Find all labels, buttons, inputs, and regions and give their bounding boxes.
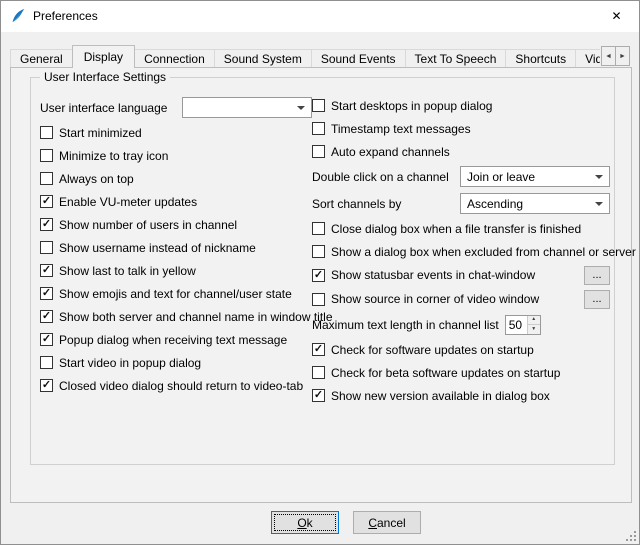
checkbox-show-emojis[interactable]: ✓ Show emojis and text for channel/user … bbox=[40, 282, 312, 305]
checkbox-box bbox=[312, 99, 325, 112]
sort-channels-label: Sort channels by bbox=[312, 197, 401, 211]
tab-sound-events[interactable]: Sound Events bbox=[311, 49, 406, 68]
checkbox-new-version-dialog[interactable]: ✓ Show new version available in dialog b… bbox=[312, 384, 610, 407]
checkbox-box bbox=[312, 122, 325, 135]
preferences-dialog: Preferences ✕ General Display Connection… bbox=[0, 0, 640, 545]
tab-scroll-control: ◄ ► bbox=[601, 46, 630, 66]
tab-scroll-left-icon[interactable]: ◄ bbox=[601, 46, 616, 66]
checkbox-server-channel-title[interactable]: ✓ Show both server and channel name in w… bbox=[40, 305, 312, 328]
resize-grip[interactable] bbox=[624, 529, 637, 542]
checkbox-box bbox=[312, 245, 325, 258]
checkbox-start-minimized[interactable]: Start minimized bbox=[40, 121, 312, 144]
display-tab-page: User Interface Settings User interface l… bbox=[10, 67, 632, 503]
spin-down-icon[interactable]: ▼ bbox=[528, 324, 540, 334]
app-feather-icon bbox=[10, 8, 26, 24]
checkbox-auto-expand-channels[interactable]: Auto expand channels bbox=[312, 140, 610, 163]
checkbox-box[interactable] bbox=[312, 293, 325, 306]
checkbox-start-video-popup[interactable]: Start video in popup dialog bbox=[40, 351, 312, 374]
checkbox-box bbox=[40, 172, 53, 185]
double-click-value: Join or leave bbox=[467, 170, 535, 184]
checkbox-timestamp-messages[interactable]: Timestamp text messages bbox=[312, 117, 610, 140]
max-text-length-spinner[interactable]: 50 ▲ ▼ bbox=[505, 315, 541, 335]
tab-sound-system[interactable]: Sound System bbox=[214, 49, 312, 68]
checkbox-box bbox=[312, 366, 325, 379]
left-column: User interface language Start minimized … bbox=[40, 94, 312, 397]
language-row: User interface language bbox=[40, 94, 312, 121]
checkbox-box bbox=[312, 145, 325, 158]
cancel-button[interactable]: Cancel bbox=[353, 511, 421, 534]
checkbox-always-on-top[interactable]: Always on top bbox=[40, 167, 312, 190]
tab-shortcuts[interactable]: Shortcuts bbox=[505, 49, 576, 68]
tab-display[interactable]: Display bbox=[72, 45, 135, 68]
checkbox-box bbox=[40, 241, 53, 254]
checkbox-minimize-to-tray[interactable]: Minimize to tray icon bbox=[40, 144, 312, 167]
max-text-length-value: 50 bbox=[506, 316, 527, 334]
checkbox-closed-video-return[interactable]: ✓ Closed video dialog should return to v… bbox=[40, 374, 312, 397]
chevron-down-icon bbox=[595, 202, 603, 206]
checkbox-box bbox=[40, 126, 53, 139]
chevron-down-icon bbox=[595, 175, 603, 179]
checkbox-check-updates[interactable]: ✓ Check for software updates on startup bbox=[312, 338, 610, 361]
tab-text-to-speech[interactable]: Text To Speech bbox=[405, 49, 507, 68]
sort-channels-combobox[interactable]: Ascending bbox=[460, 193, 610, 214]
checkbox-show-username[interactable]: Show username instead of nickname bbox=[40, 236, 312, 259]
checkbox-box: ✓ bbox=[40, 379, 53, 392]
video-source-corner-row: Show source in corner of video window ..… bbox=[312, 287, 610, 311]
checkbox-box: ✓ bbox=[40, 264, 53, 277]
video-source-ellipsis-button[interactable]: ... bbox=[584, 290, 610, 309]
checkbox-box: ✓ bbox=[40, 310, 53, 323]
checkbox-box: ✓ bbox=[312, 343, 325, 356]
ok-button[interactable]: Ok bbox=[271, 511, 339, 534]
checkbox-box: ✓ bbox=[40, 287, 53, 300]
checkbox-close-on-transfer-finished[interactable]: Close dialog box when a file transfer is… bbox=[312, 217, 610, 240]
statusbar-events-ellipsis-button[interactable]: ... bbox=[584, 266, 610, 285]
language-combobox[interactable] bbox=[182, 97, 312, 118]
max-text-length-label: Maximum text length in channel list bbox=[312, 318, 499, 332]
group-title: User Interface Settings bbox=[40, 70, 170, 84]
user-interface-settings-group: User Interface Settings User interface l… bbox=[30, 77, 615, 465]
tab-general[interactable]: General bbox=[10, 49, 73, 68]
double-click-combobox[interactable]: Join or leave bbox=[460, 166, 610, 187]
checkbox-box: ✓ bbox=[40, 195, 53, 208]
statusbar-events-row: ✓ Show statusbar events in chat-window .… bbox=[312, 263, 610, 287]
chevron-down-icon bbox=[297, 106, 305, 110]
checkbox-box: ✓ bbox=[40, 218, 53, 231]
checkbox-start-desktops-popup[interactable]: Start desktops in popup dialog bbox=[312, 94, 610, 117]
tab-bar: General Display Connection Sound System … bbox=[10, 45, 600, 68]
tab-connection[interactable]: Connection bbox=[134, 49, 215, 68]
close-button[interactable]: ✕ bbox=[594, 1, 639, 31]
title-bar: Preferences ✕ bbox=[1, 1, 639, 32]
double-click-row: Double click on a channel Join or leave bbox=[312, 163, 610, 190]
double-click-label: Double click on a channel bbox=[312, 170, 449, 184]
sort-channels-row: Sort channels by Ascending bbox=[312, 190, 610, 217]
max-text-length-row: Maximum text length in channel list 50 ▲… bbox=[312, 311, 610, 338]
checkbox-box: ✓ bbox=[312, 389, 325, 402]
tab-video[interactable]: Video bbox=[575, 49, 600, 68]
checkbox-box[interactable]: ✓ bbox=[312, 269, 325, 282]
window-title: Preferences bbox=[33, 9, 98, 23]
right-column: Start desktops in popup dialog Timestamp… bbox=[312, 94, 610, 407]
tab-scroll-right-icon[interactable]: ► bbox=[615, 46, 630, 66]
checkbox-box bbox=[40, 149, 53, 162]
checkbox-box: ✓ bbox=[40, 333, 53, 346]
sort-channels-value: Ascending bbox=[467, 197, 523, 211]
checkbox-last-to-talk[interactable]: ✓ Show last to talk in yellow bbox=[40, 259, 312, 282]
spinner-buttons: ▲ ▼ bbox=[527, 316, 540, 334]
checkbox-show-user-count[interactable]: ✓ Show number of users in channel bbox=[40, 213, 312, 236]
checkbox-enable-vu-meter[interactable]: ✓ Enable VU-meter updates bbox=[40, 190, 312, 213]
language-label: User interface language bbox=[40, 101, 167, 115]
spin-up-icon[interactable]: ▲ bbox=[528, 316, 540, 325]
checkbox-box bbox=[312, 222, 325, 235]
checkbox-check-beta-updates[interactable]: Check for beta software updates on start… bbox=[312, 361, 610, 384]
checkbox-dialog-when-excluded[interactable]: Show a dialog box when excluded from cha… bbox=[312, 240, 610, 263]
checkbox-popup-text-message[interactable]: ✓ Popup dialog when receiving text messa… bbox=[40, 328, 312, 351]
checkbox-box bbox=[40, 356, 53, 369]
